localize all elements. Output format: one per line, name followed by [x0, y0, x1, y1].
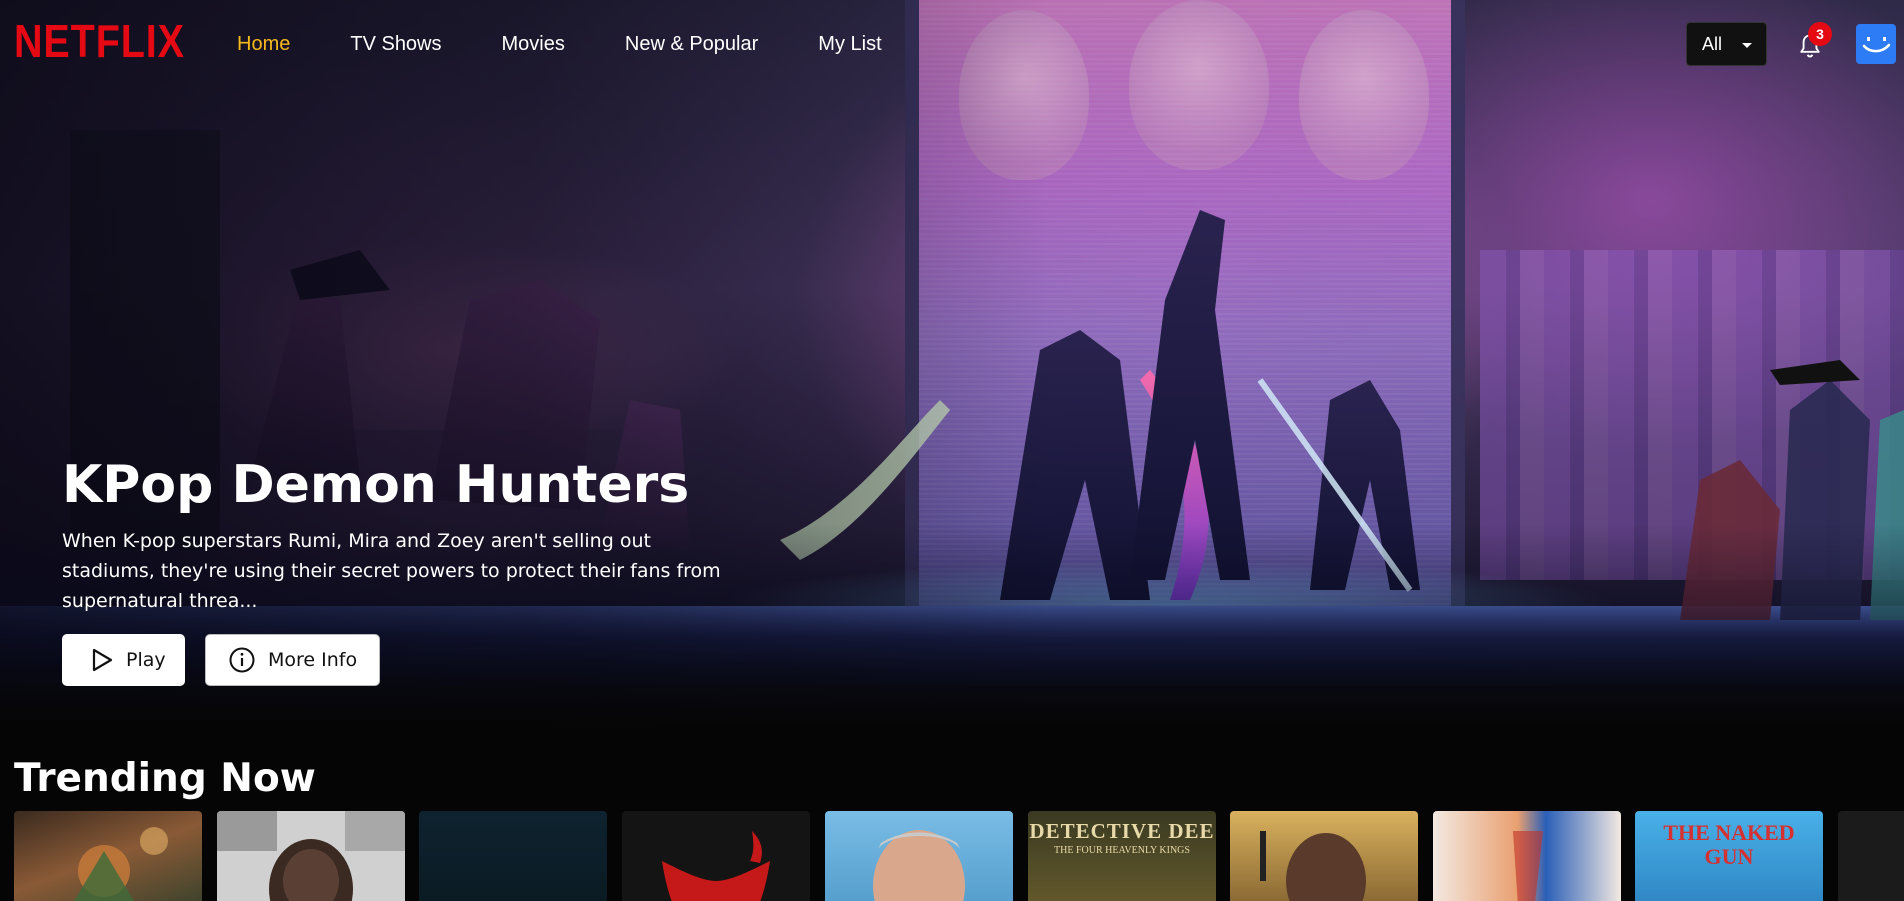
title-card[interactable]	[1433, 811, 1621, 901]
nav-item-new-popular[interactable]: New & Popular	[625, 33, 758, 56]
info-circle-icon	[229, 647, 255, 673]
nav-item-my-list[interactable]: My List	[818, 33, 881, 56]
title-card[interactable]: DETECTIVE DEE THE FOUR HEAVENLY KINGS	[1028, 811, 1216, 901]
title-card[interactable]	[419, 811, 607, 901]
play-button-label: Play	[126, 649, 166, 671]
title-card[interactable]	[825, 811, 1013, 901]
hero-title: KPop Demon Hunters	[62, 455, 690, 515]
trending-row-title: Trending Now	[14, 756, 316, 801]
top-navigation: NETFLIX Home TV Shows Movies New & Popul…	[0, 0, 1904, 90]
anime-action-art	[74, 827, 168, 901]
title-card[interactable]	[1838, 811, 1904, 901]
title-card[interactable]	[1230, 811, 1418, 901]
primary-nav: Home TV Shows Movies New & Popular My Li…	[237, 33, 942, 56]
western-gunman-art	[1260, 831, 1366, 901]
more-info-button[interactable]: More Info	[205, 634, 380, 686]
nav-item-home[interactable]: Home	[237, 33, 290, 56]
smiley-avatar-icon	[1862, 37, 1891, 53]
content-filter-value: All	[1702, 33, 1723, 54]
title-card[interactable]	[14, 811, 202, 901]
hero-description: When K-pop superstars Rumi, Mira and Zoe…	[62, 530, 721, 612]
title-card[interactable]: THE NAKED GUN	[1635, 811, 1823, 901]
netflix-logo[interactable]: NETFLIX	[14, 14, 185, 68]
card-subtitle-text: THE FOUR HEAVENLY KINGS	[1054, 845, 1190, 856]
chevron-down-icon	[1742, 43, 1752, 48]
nav-item-movies[interactable]: Movies	[502, 33, 565, 56]
play-button[interactable]: Play	[62, 634, 185, 686]
trending-row: DETECTIVE DEE THE FOUR HEAVENLY KINGS TH…	[14, 811, 1904, 901]
play-icon	[92, 648, 113, 672]
card-title-text: DETECTIVE DEE	[1029, 819, 1215, 843]
content-filter-select[interactable]: All	[1686, 22, 1767, 66]
notification-count-badge: 3	[1808, 22, 1832, 46]
card-title-text: THE NAKED GUN	[1663, 820, 1795, 869]
title-card[interactable]	[622, 811, 810, 901]
nav-item-tv-shows[interactable]: TV Shows	[350, 33, 441, 56]
superman-art	[1513, 831, 1543, 901]
action-hero-art	[873, 830, 965, 901]
title-card[interactable]	[217, 811, 405, 901]
documentary-portrait-art	[217, 811, 405, 901]
red-demon-art	[662, 831, 770, 901]
profile-avatar[interactable]	[1856, 24, 1896, 64]
more-info-button-label: More Info	[268, 649, 358, 671]
